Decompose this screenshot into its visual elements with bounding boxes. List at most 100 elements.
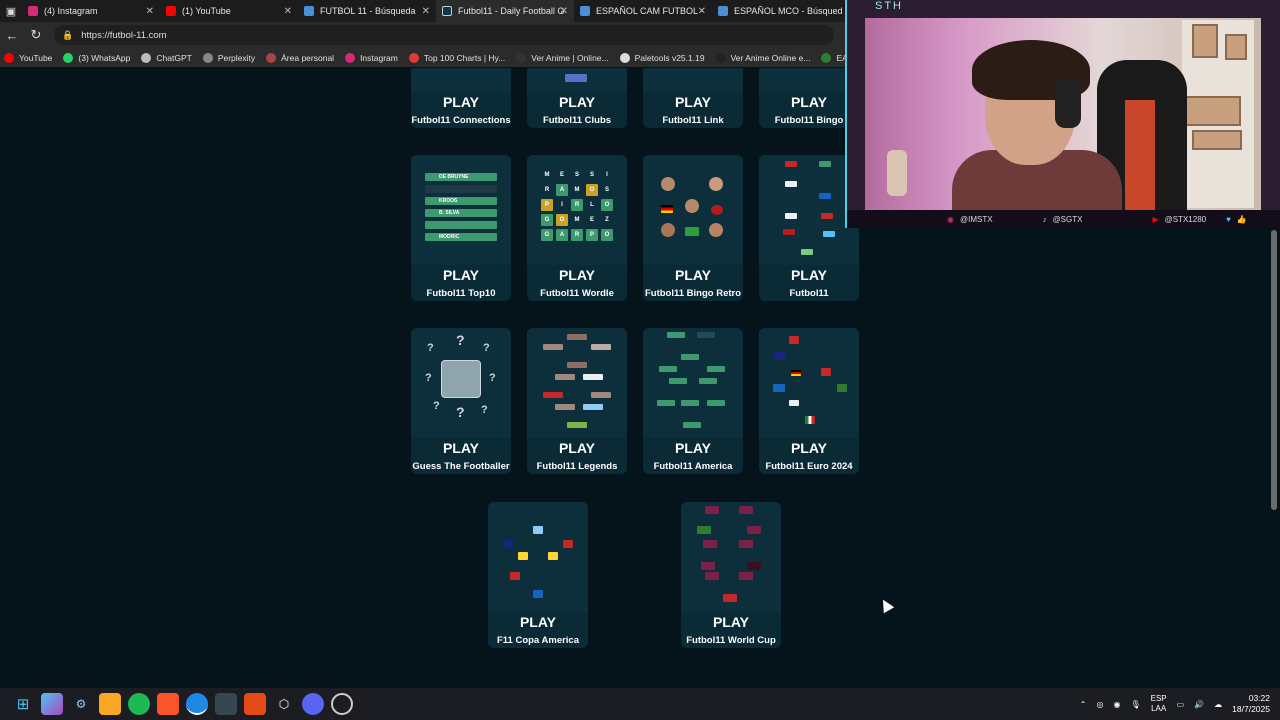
play-label: PLAY (442, 94, 480, 110)
chevron-up-icon[interactable]: ⌃ (1080, 700, 1087, 709)
flag-icon (821, 368, 831, 376)
notifications-icon[interactable]: ☁ (1214, 700, 1222, 709)
game-card-top10[interactable]: DE BRUYNE KROOS B. SILVA MODRIC PLAY Fut… (411, 155, 511, 301)
tab-futbol11-active[interactable]: Futbol11 - Daily Football G ✕ (436, 0, 574, 22)
game-card-wordle[interactable]: MESSIRAMOSPIRLOGOMEZGARPO PLAY Futbol11 … (527, 155, 627, 301)
flag-icon (773, 384, 785, 392)
tab-title: ESPAÑOL CAM FUTBOL - Bú (596, 6, 704, 16)
edge-icon[interactable] (186, 693, 208, 715)
tray-app-icon[interactable]: ◉ (1113, 700, 1120, 709)
tab-instagram[interactable]: (4) Instagram ✕ (22, 0, 160, 22)
game-card-euro-2024[interactable]: PLAY Futbol11 Euro 2024 (759, 328, 859, 474)
webcam-overlay: STH ◉ @IMSTX ♪ @SGTX ▶ @STX1280 ♥ 👍 (845, 0, 1280, 228)
spotify-icon[interactable] (128, 693, 150, 715)
player-face (661, 177, 675, 191)
bookmark-chatgpt[interactable]: ChatGPT (141, 52, 192, 63)
game-card-futbol11[interactable]: PLAY Futbol11 (759, 155, 859, 301)
tab-search-cam[interactable]: ESPAÑOL CAM FUTBOL - Bú✕ (574, 0, 712, 22)
flag-icon (583, 374, 603, 380)
game-card-world-cup[interactable]: PLAY Futbol11 World Cup (681, 502, 781, 648)
window-menu-icon[interactable]: ▣ (0, 0, 22, 22)
play-label: PLAY (790, 94, 828, 110)
game-thumbnail (759, 68, 859, 92)
player-name: DE BRUYNE (439, 174, 469, 180)
bookmark-area-personal[interactable]: Área personal (266, 52, 334, 63)
windows-start-icon[interactable]: ⊞ (12, 693, 34, 715)
game-card-bingo-retro[interactable]: PLAY Futbol11 Bingo Retro (643, 155, 743, 301)
volume-icon[interactable]: 🔊 (1194, 700, 1204, 709)
close-icon[interactable]: ✕ (284, 6, 292, 17)
brave-icon[interactable] (157, 693, 179, 715)
flag-icon (510, 572, 520, 580)
bookmark-label: ChatGPT (156, 52, 192, 63)
game-card-america[interactable]: PLAY Futbol11 America (643, 328, 743, 474)
play-label: PLAY (558, 267, 596, 283)
flag-icon (681, 354, 699, 360)
bookmark-whatsapp[interactable]: (3) WhatsApp (63, 52, 130, 63)
flag-icon (685, 227, 699, 236)
bookmark-instagram[interactable]: Instagram (345, 52, 398, 63)
close-icon[interactable]: ✕ (560, 6, 568, 17)
bookmark-paletools[interactable]: Paletools v25.1.19 (619, 52, 705, 63)
microphone-icon[interactable]: 🎙 (1130, 700, 1140, 709)
game-card-legends[interactable]: PLAY Futbol11 Legends (527, 328, 627, 474)
game-name: Futbol11 Top10 (426, 288, 496, 299)
game-card-bingo[interactable]: PLAY Futbol11 Bingo (759, 68, 859, 128)
network-icon[interactable]: ▭ (1177, 700, 1185, 709)
office-icon[interactable] (244, 693, 266, 715)
game-name: Futbol11 Bingo (774, 115, 844, 126)
language-indicator[interactable]: ESP LAA (1151, 694, 1167, 714)
file-explorer-icon[interactable] (99, 693, 121, 715)
bookmark-label: Instagram (360, 52, 398, 63)
tray-app-icon[interactable]: ◎ (1097, 700, 1104, 709)
flag-icon (819, 193, 831, 199)
close-icon[interactable]: ✕ (422, 6, 430, 17)
bookmark-youtube[interactable]: YouTube (4, 52, 52, 63)
wordle-cell: O (601, 229, 613, 241)
question-mark-icon: ? (456, 332, 465, 348)
game-card-link[interactable]: PLAY Futbol11 Link (643, 68, 743, 128)
bookmark-top100[interactable]: Top 100 Charts | Hy... (408, 52, 505, 63)
flag-icon (567, 362, 587, 368)
game-thumbnail (643, 328, 743, 438)
bookmark-ver-anime[interactable]: Ver Anime | Online... (516, 52, 609, 63)
wordle-cell: G (541, 229, 553, 241)
game-name: Futbol11 Link (662, 115, 724, 126)
scrollbar-thumb[interactable] (1271, 230, 1277, 510)
wordle-cell: R (541, 184, 553, 196)
game-card-connections[interactable]: PLAY Futbol11 Connections (411, 68, 511, 128)
top10-row: DE BRUYNE (425, 173, 497, 181)
copilot-icon[interactable] (41, 693, 63, 715)
bookmark-perplexity[interactable]: Perplexity (202, 52, 255, 63)
app-icon[interactable] (215, 693, 237, 715)
close-icon[interactable]: ✕ (698, 6, 706, 17)
picture-frame (1225, 34, 1247, 60)
discord-icon[interactable] (302, 693, 324, 715)
tab-search-futbol11[interactable]: FUTBOL 11 - Búsqueda ✕ (298, 0, 436, 22)
wordle-cell: R (571, 229, 583, 241)
youtube-icon (166, 6, 176, 16)
game-card-guess-footballer[interactable]: ? ? ? ? ? ? ? ? PLAY Guess The Footballe… (411, 328, 511, 474)
flag-icon (657, 400, 675, 406)
unity-icon[interactable]: ⬡ (273, 693, 295, 715)
flag-icon (773, 352, 785, 360)
wordle-cell: A (556, 229, 568, 241)
close-icon[interactable]: ✕ (146, 6, 154, 17)
obs-icon[interactable] (331, 693, 353, 715)
url-field[interactable]: 🔒 https://futbol-11.com (54, 25, 834, 45)
wordle-cell: M (571, 184, 583, 196)
flag-icon (661, 205, 673, 213)
social-handles-bar: ◉ @IMSTX ♪ @SGTX ▶ @STX1280 ♥ 👍 (847, 210, 1280, 228)
picture-frame (1185, 96, 1241, 126)
game-card-copa-america[interactable]: PLAY F11 Copa America (488, 502, 588, 648)
tab-youtube[interactable]: (1) YouTube ✕ (160, 0, 298, 22)
back-icon[interactable]: ← (0, 28, 24, 43)
tab-search-mco[interactable]: ESPAÑOL MCO - Búsqueda (712, 0, 850, 22)
game-card-clubs[interactable]: PLAY Futbol11 Clubs (527, 68, 627, 128)
game-thumbnail (488, 502, 588, 612)
game-name: Futbol11 Bingo Retro (644, 288, 742, 299)
bookmark-ver-anime-2[interactable]: Ver Anime Online e... (715, 52, 810, 63)
clock[interactable]: 03:22 18/7/2025 (1232, 693, 1270, 715)
reload-icon[interactable]: ↻ (24, 27, 48, 43)
settings-icon[interactable]: ⚙ (70, 693, 92, 715)
